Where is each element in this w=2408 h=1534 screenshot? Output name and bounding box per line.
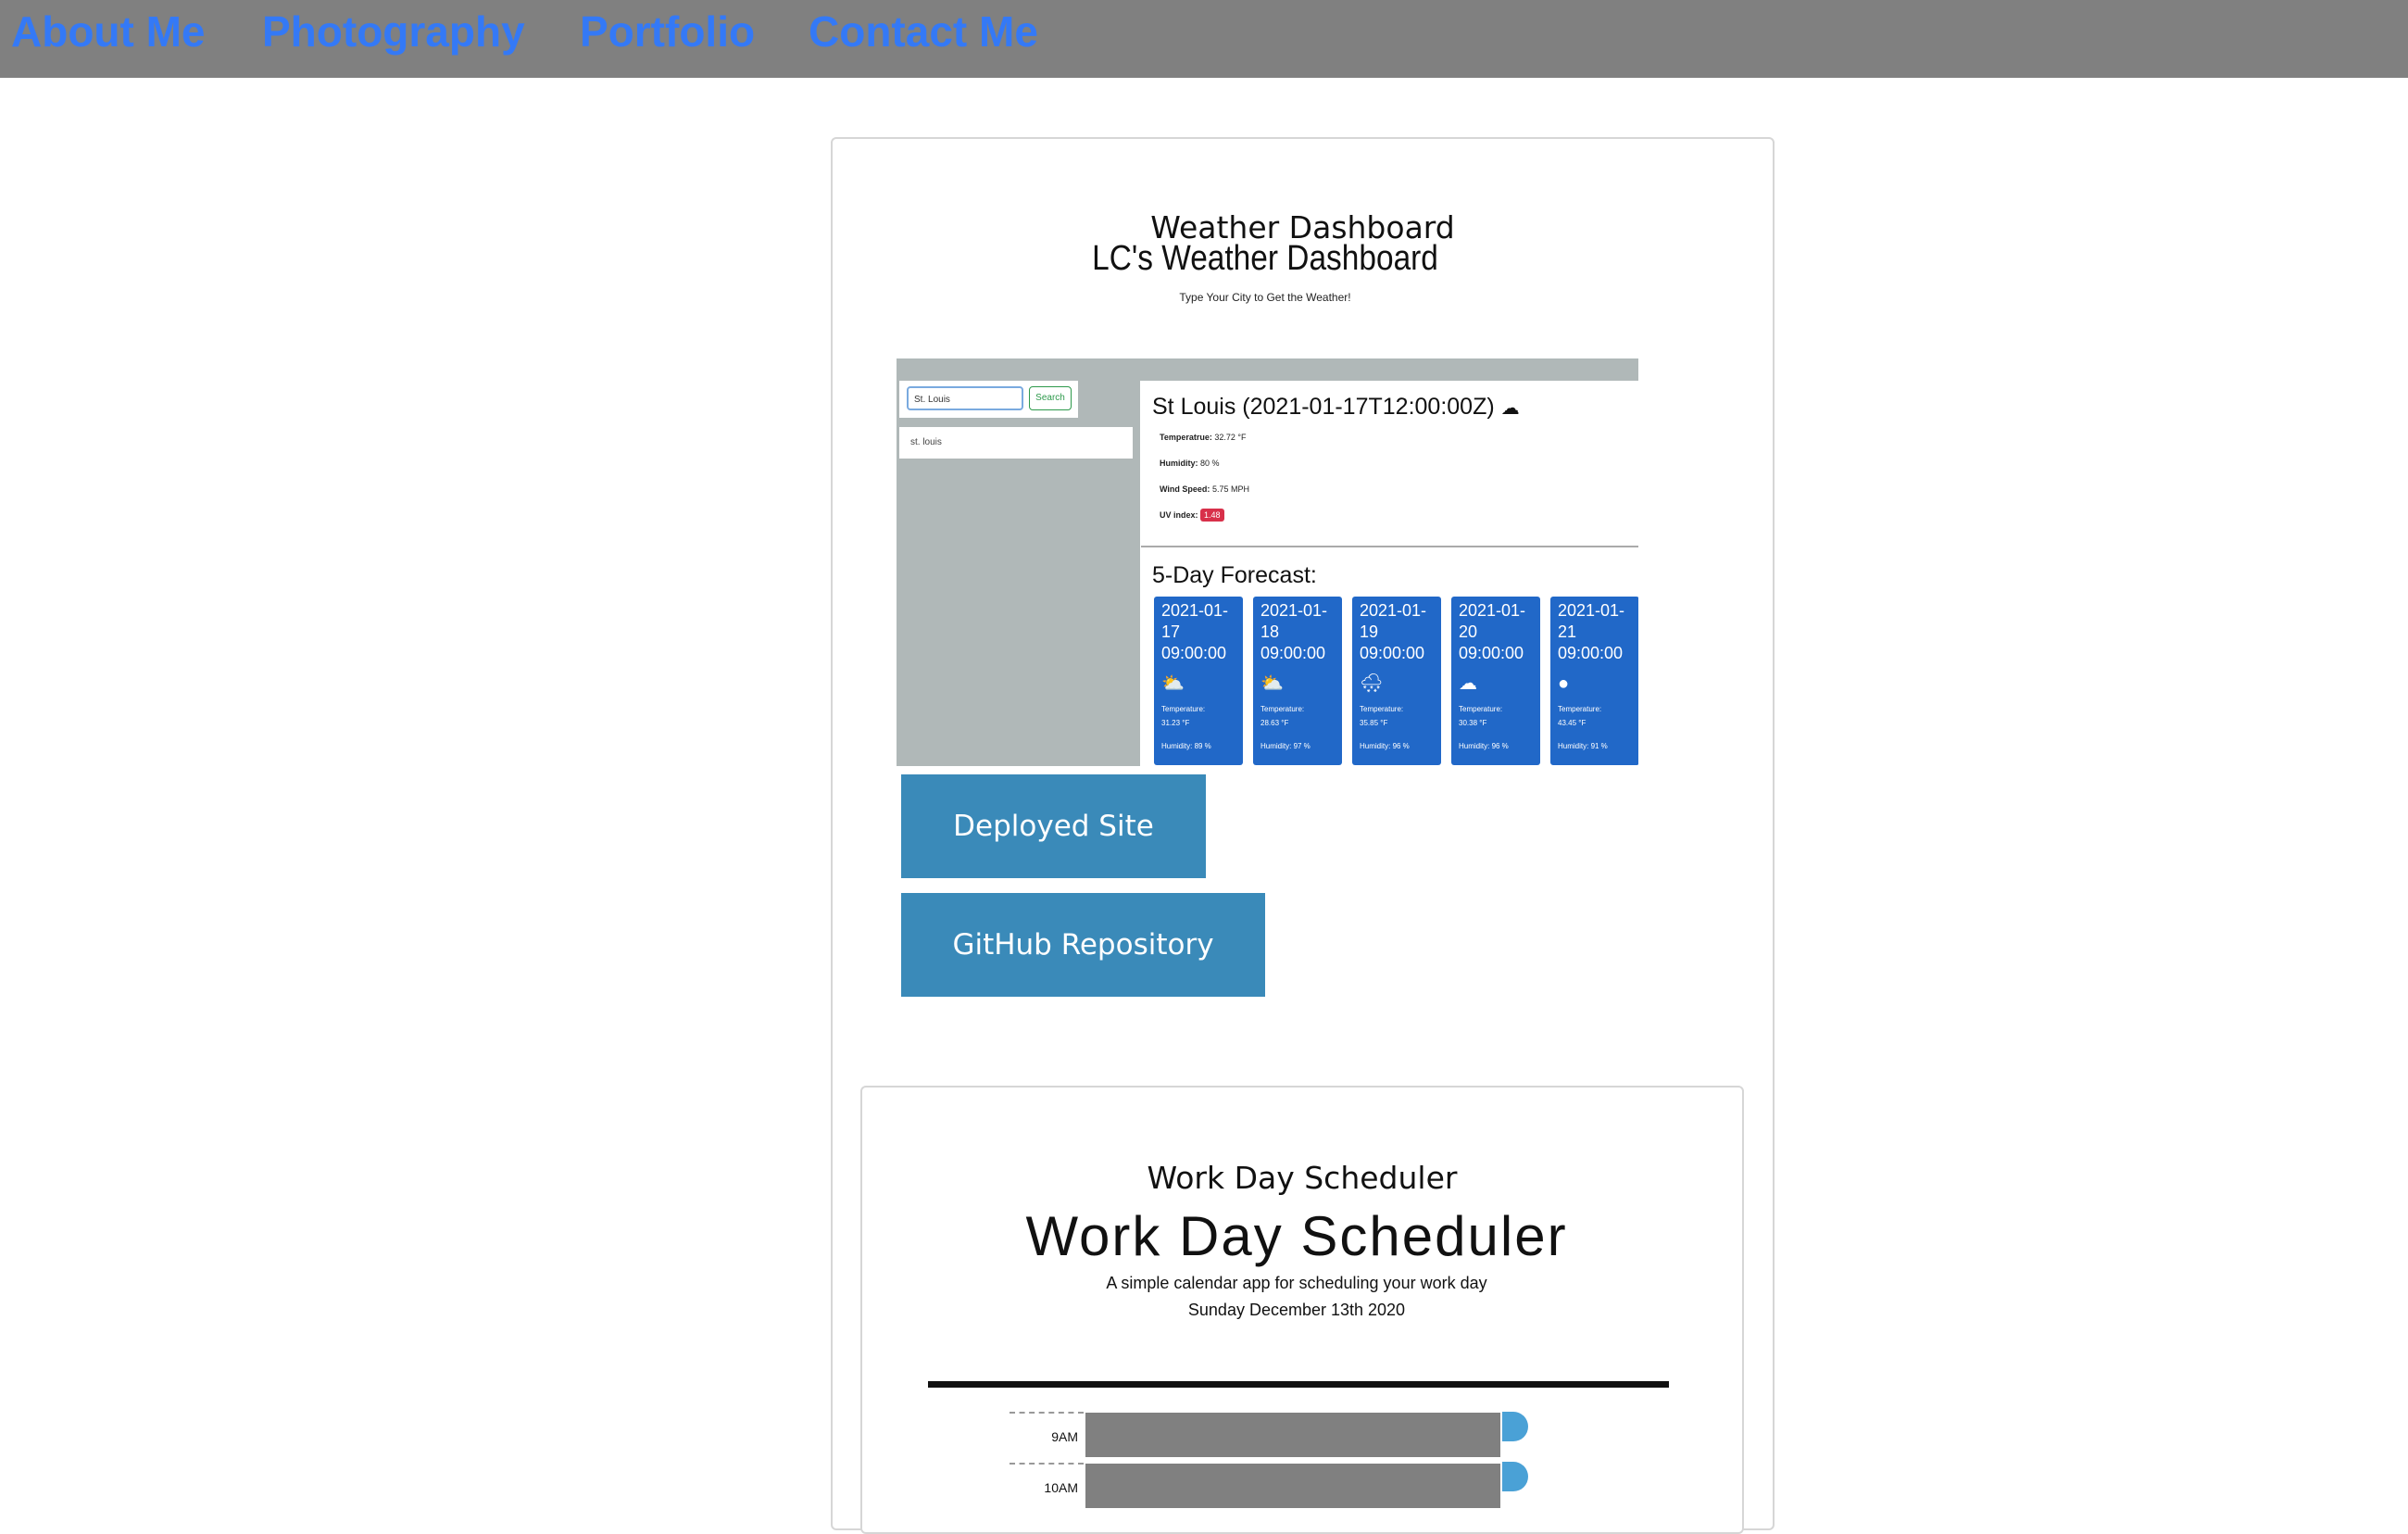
forecast-humidity: Humidity: 91 % — [1558, 742, 1608, 750]
screenshot-city-line: St Louis (2021-01-17T12:00:00Z) ☁ — [1152, 394, 1520, 420]
forecast-card: 2021-01-20 09:00:00 ☁ Temperature: 30.38 … — [1451, 597, 1540, 765]
forecast-card: 2021-01-18 09:00:00 ⛅ Temperature: 28.63 … — [1253, 597, 1342, 765]
scheduler-hour-label: 10AM — [1010, 1463, 1084, 1511]
scheduler-divider — [928, 1381, 1669, 1388]
scheduler-screenshot-hero: Work Day Scheduler A simple calendar app… — [926, 1204, 1667, 1320]
scheduler-hour-label: 9AM — [1010, 1412, 1084, 1460]
screenshot-wind: Wind Speed: 5.75 MPH — [1160, 484, 1249, 494]
forecast-temp: Temperature: 30.38 °F — [1459, 705, 1503, 727]
screenshot-current-weather: St Louis (2021-01-17T12:00:00Z) ☁ Temper… — [1141, 381, 1638, 547]
forecast-card: 2021-01-21 09:00:00 ● Temperature: 43.45 … — [1550, 597, 1638, 765]
rain-cloud-icon: ● — [1558, 673, 1570, 694]
snow-cloud-icon: 🌨 — [1360, 673, 1384, 694]
nav-portfolio[interactable]: Portfolio — [580, 6, 755, 57]
nav-about-me[interactable]: About Me — [11, 6, 206, 57]
forecast-date: 2021-01-21 09:00:00 — [1558, 601, 1625, 662]
forecast-date: 2021-01-19 09:00:00 — [1360, 601, 1427, 662]
forecast-date: 2021-01-17 09:00:00 — [1161, 601, 1229, 662]
forecast-humidity: Humidity: 96 % — [1360, 742, 1410, 750]
forecast-card: 2021-01-19 09:00:00 🌨 Temperature: 35.85 … — [1352, 597, 1441, 765]
github-repository-button[interactable]: GitHub Repository — [901, 893, 1265, 997]
screenshot-uv: UV index: 1.48 — [1160, 509, 1224, 522]
screenshot-search-button: Search — [1029, 386, 1072, 410]
scheduler-time-block — [1084, 1462, 1502, 1510]
scheduler-tagline: A simple calendar app for scheduling you… — [1106, 1274, 1487, 1292]
forecast-temp: Temperature: 43.45 °F — [1558, 705, 1602, 727]
cloud-icon: ☁ — [1459, 673, 1477, 694]
scheduler-date: Sunday December 13th 2020 — [1187, 1301, 1406, 1319]
forecast-humidity: Humidity: 97 % — [1260, 742, 1311, 750]
screenshot-header-bar — [897, 358, 1638, 381]
cloud-wind-icon: ☁ — [1500, 398, 1520, 419]
screenshot-heading: LC's Weather Dashboard — [1092, 239, 1438, 278]
project-title: Work Day Scheduler — [1147, 1160, 1458, 1196]
partly-cloudy-icon: ⛅ — [1161, 673, 1185, 694]
uv-badge: 1.48 — [1200, 509, 1224, 522]
top-navbar: About Me Photography Portfolio Contact M… — [0, 0, 2408, 78]
forecast-temp: Temperature: 31.23 °F — [1161, 705, 1206, 727]
deployed-site-button[interactable]: Deployed Site — [901, 774, 1206, 878]
nav-contact-me[interactable]: Contact Me — [809, 6, 1038, 57]
screenshot-temperature: Temperatrue: 32.72 °F — [1160, 433, 1247, 442]
weather-dashboard-screenshot: St. Louis Search st. louis St Louis (202… — [897, 358, 1638, 766]
screenshot-forecast-title: 5-Day Forecast: — [1152, 562, 1317, 588]
scheduler-heading: Work Day Scheduler — [1025, 1205, 1568, 1267]
screenshot-city-input: St. Louis — [907, 386, 1023, 410]
forecast-temp: Temperature: 28.63 °F — [1260, 705, 1305, 727]
forecast-humidity: Humidity: 89 % — [1161, 742, 1211, 750]
screenshot-history-item: st. louis — [899, 427, 1133, 459]
forecast-date: 2021-01-20 09:00:00 — [1459, 601, 1526, 662]
screenshot-search-panel: St. Louis Search — [899, 381, 1078, 418]
partly-cloudy-icon: ⛅ — [1260, 673, 1284, 694]
screenshot-tagline: Type Your City to Get the Weather! — [1179, 291, 1351, 304]
forecast-date: 2021-01-18 09:00:00 — [1260, 601, 1328, 662]
forecast-humidity: Humidity: 96 % — [1459, 742, 1509, 750]
forecast-card: 2021-01-17 09:00:00 ⛅ Temperature: 31.23 … — [1154, 597, 1243, 765]
nav-photography[interactable]: Photography — [262, 6, 525, 57]
forecast-temp: Temperature: 35.85 °F — [1360, 705, 1404, 727]
screenshot-humidity: Humidity: 80 % — [1160, 459, 1220, 468]
scheduler-time-block — [1084, 1411, 1502, 1459]
